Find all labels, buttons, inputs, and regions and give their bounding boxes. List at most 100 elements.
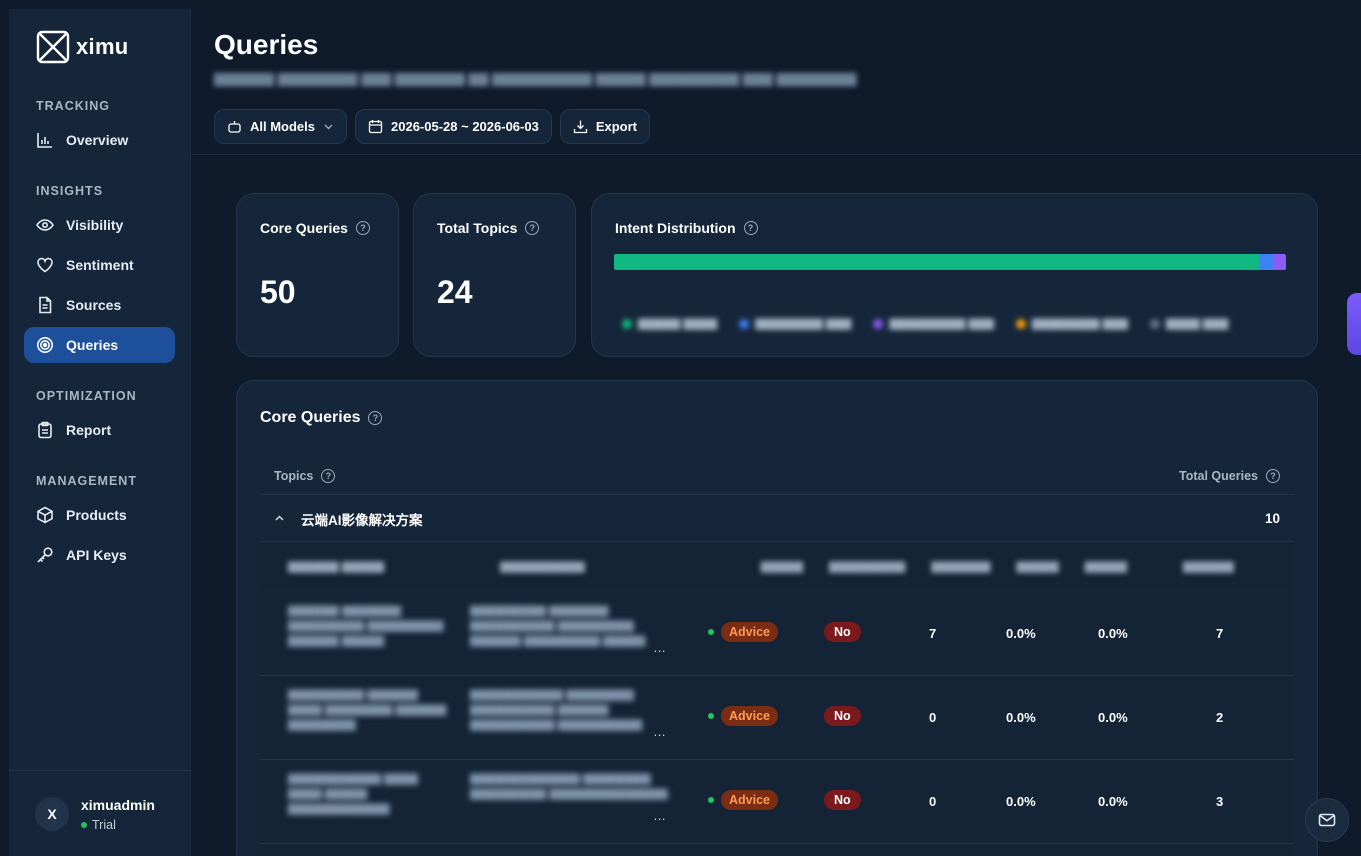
ximu-logo-icon (36, 30, 70, 64)
core-queries-value: 50 (260, 274, 296, 310)
intent-segment[interactable] (614, 254, 1260, 270)
main-content: Queries ▇▇▇▇▇▇ ▇▇▇▇▇▇▇▇ ▇▇▇ ▇▇▇▇▇▇▇ ▇▇ ▇… (191, 9, 1361, 856)
sidebar-item-sentiment[interactable]: Sentiment (24, 247, 175, 283)
mentioned-badge: No (824, 622, 861, 642)
user-panel[interactable]: X ximuadmin Trial (9, 770, 190, 856)
card-title: Core Queries ? (260, 220, 370, 236)
help-icon[interactable]: ? (1266, 468, 1280, 483)
models-dropdown[interactable]: All Models (214, 109, 348, 144)
intent-cell: Advice (708, 622, 778, 642)
sidebar-item-label: API Keys (66, 547, 127, 563)
sidebar-item-queries[interactable]: Queries (24, 327, 175, 363)
intent-legend-blurred: ▇▇▇▇▇ ▇▇▇▇ ▇▇▇▇▇▇▇▇ ▇▇▇ ▇▇▇▇▇▇▇▇▇ ▇▇▇ ▇▇… (622, 317, 1228, 330)
table-row[interactable]: ▇▇▇▇▇▇ ▇▇▇▇▇▇▇ ▇▇▇▇▇▇▇▇▇ ▇▇▇▇▇▇▇▇▇ ▇▇▇▇▇… (260, 592, 1294, 676)
visibility-value: 0.0% (1006, 626, 1036, 641)
section-optimization: OPTIMIZATION (36, 389, 137, 403)
truncation-ellipsis: … (653, 808, 666, 823)
share-value: 0.0% (1098, 794, 1128, 809)
status-dot-icon (81, 822, 87, 828)
export-button[interactable]: Export (559, 109, 650, 144)
table-row[interactable]: ▇▇▇▇▇▇▇▇▇▇▇ ▇▇▇▇ ▇▇▇▇ ▇▇▇▇▇ ▇▇▇▇▇▇▇▇▇▇▇▇… (260, 760, 1294, 844)
page-header: Queries ▇▇▇▇▇▇ ▇▇▇▇▇▇▇▇ ▇▇▇ ▇▇▇▇▇▇▇ ▇▇ ▇… (191, 9, 1361, 155)
sidebar-item-api-keys[interactable]: API Keys (24, 537, 175, 573)
status-dot-icon (708, 713, 714, 719)
sidebar-item-label: Sentiment (66, 257, 134, 273)
core-queries-table-card: Core Queries ? Topics ? Total Queries ? … (236, 380, 1318, 856)
assistant-side-tab[interactable] (1347, 293, 1361, 355)
topic-total: 10 (1264, 511, 1280, 526)
intent-bar[interactable] (614, 254, 1286, 270)
card-label: Total Topics (437, 220, 518, 236)
section-management: MANAGEMENT (36, 474, 137, 488)
mail-button[interactable] (1305, 798, 1349, 842)
queries-value: 7 (1216, 626, 1224, 641)
intent-segment[interactable] (1259, 254, 1273, 270)
target-icon (37, 337, 53, 353)
table-title: Core Queries ? (260, 409, 383, 427)
date-range-label: 2026-05-28 ~ 2026-06-03 (391, 119, 539, 134)
total-queries-column-header[interactable]: Total Queries ? (1179, 468, 1280, 483)
query-text-blurred: ▇▇▇▇▇▇▇▇▇▇▇ ▇▇▇▇ ▇▇▇▇ ▇▇▇▇▇ ▇▇▇▇▇▇▇▇▇▇▇▇ (288, 773, 418, 815)
query-text-blurred: ▇▇▇▇▇▇ ▇▇▇▇▇▇▇ ▇▇▇▇▇▇▇▇▇ ▇▇▇▇▇▇▇▇▇ ▇▇▇▇▇… (288, 605, 444, 647)
sidebar-item-label: Products (66, 507, 127, 523)
header-label: Topics (274, 468, 314, 483)
help-icon[interactable]: ? (743, 221, 758, 235)
sidebar-item-label: Report (66, 422, 112, 438)
table-row[interactable]: ▇▇▇▇▇▇▇▇▇ ▇▇▇▇▇▇ ▇▇▇▇ ▇▇▇▇▇▇▇▇ ▇▇▇▇▇▇ ▇▇… (260, 676, 1294, 760)
table-title-label: Core Queries (260, 409, 361, 426)
calendar-icon (368, 120, 383, 134)
share-value: 0.0% (1098, 710, 1128, 725)
card-label: Core Queries (260, 220, 348, 236)
legend-item: ▇▇▇▇ ▇▇▇ (1150, 317, 1228, 330)
sidebar-item-label: Overview (66, 132, 129, 148)
sidebar-item-products[interactable]: Products (24, 497, 175, 533)
sidebar-item-report[interactable]: Report (24, 412, 175, 448)
table-header: Topics ? Total Queries ? (260, 457, 1294, 495)
avatar[interactable]: X (35, 797, 69, 831)
ai-response-blurred: ▇▇▇▇▇▇▇▇▇▇▇ ▇▇▇▇▇▇▇▇ ▇▇▇▇▇▇▇▇▇▇ ▇▇▇▇▇▇ ▇… (470, 689, 643, 731)
truncation-ellipsis: … (653, 724, 666, 739)
date-range-picker[interactable]: 2026-05-28 ~ 2026-06-03 (355, 109, 552, 144)
intent-cell: Advice (708, 706, 778, 726)
intent-badge: Advice (721, 790, 778, 810)
topic-queries-table: ▇▇▇▇▇▇ ▇▇▇▇▇ ▇▇▇▇▇▇▇▇▇▇ ▇▇▇▇▇ ▇▇▇▇▇▇▇▇▇ ▇▇▇▇… (260, 542, 1294, 856)
topic-name: 云端AI影像解决方案 (301, 512, 423, 528)
mentioned-badge: No (824, 706, 861, 726)
sidebar: ximu TRACKING Overview INSIGHTS Visibili… (9, 9, 191, 856)
sidebar-item-sources[interactable]: Sources (24, 287, 175, 323)
query-text-blurred: ▇▇▇▇▇▇▇▇▇ ▇▇▇▇▇▇ ▇▇▇▇ ▇▇▇▇▇▇▇▇ ▇▇▇▇▇▇ ▇▇… (288, 689, 447, 731)
help-icon[interactable]: ? (368, 411, 383, 425)
legend-item: ▇▇▇▇▇ ▇▇▇▇ (622, 317, 717, 330)
help-icon[interactable]: ? (525, 221, 540, 235)
visibility-value: 0.0% (1006, 794, 1036, 809)
section-insights: INSIGHTS (36, 184, 104, 198)
clipboard-icon (38, 421, 52, 439)
chevron-up-icon[interactable] (274, 513, 285, 524)
intent-badge: Advice (721, 622, 778, 642)
page-subtitle-blurred: ▇▇▇▇▇▇ ▇▇▇▇▇▇▇▇ ▇▇▇ ▇▇▇▇▇▇▇ ▇▇ ▇▇▇▇▇▇▇▇▇… (214, 71, 857, 86)
section-tracking: TRACKING (36, 99, 110, 113)
legend-item: ▇▇▇▇▇▇▇▇ ▇▇▇ (739, 317, 851, 330)
share-value: 0.0% (1098, 626, 1128, 641)
user-name: ximuadmin (81, 797, 155, 813)
core-queries-card: Core Queries ? 50 (236, 193, 399, 357)
intent-badge: Advice (721, 706, 778, 726)
card-title: Total Topics ? (437, 220, 540, 236)
mail-icon (1318, 813, 1336, 827)
help-icon[interactable]: ? (321, 468, 336, 483)
sub-table-header-blurred: ▇▇▇▇▇▇ ▇▇▇▇▇ ▇▇▇▇▇▇▇▇▇▇ ▇▇▇▇▇ ▇▇▇▇▇▇▇▇▇ ▇▇▇▇… (260, 542, 1294, 592)
mentions-value: 0 (929, 710, 937, 725)
truncation-ellipsis: … (653, 640, 666, 655)
sidebar-item-visibility[interactable]: Visibility (24, 207, 175, 243)
document-icon (39, 296, 52, 314)
sidebar-item-label: Visibility (66, 217, 124, 233)
queries-value: 2 (1216, 710, 1224, 725)
topics-column-header[interactable]: Topics ? (274, 468, 336, 483)
help-icon[interactable]: ? (355, 221, 370, 235)
topic-row[interactable]: 云端AI影像解决方案 10 (260, 496, 1294, 542)
app-logo[interactable]: ximu (36, 30, 129, 64)
sidebar-item-overview[interactable]: Overview (24, 122, 175, 158)
intent-segment[interactable] (1272, 254, 1286, 270)
legend-item: ▇▇▇▇▇▇▇▇ ▇▇▇ (1015, 317, 1128, 330)
total-topics-card: Total Topics ? 24 (413, 193, 576, 357)
